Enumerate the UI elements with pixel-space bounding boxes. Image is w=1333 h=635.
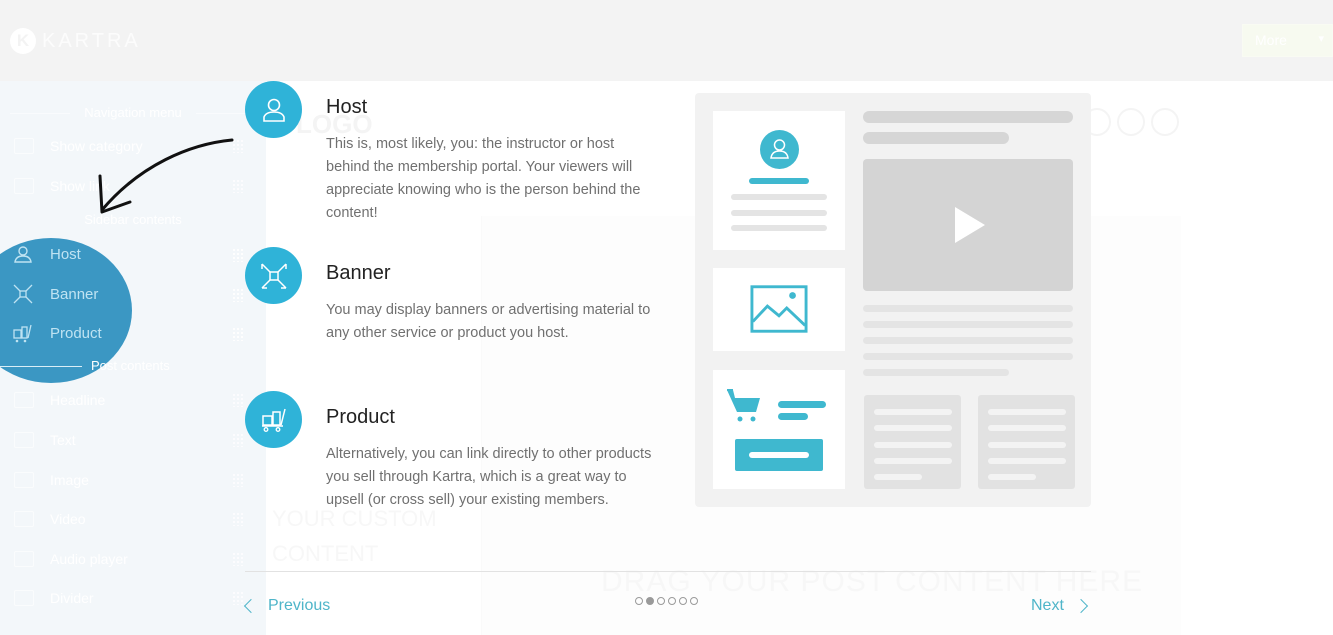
feature-product: Product Alternatively, you can link dire… [245, 391, 665, 541]
sidebar-item-divider[interactable]: Divider [14, 586, 244, 610]
next-label: Next [1031, 597, 1064, 614]
pagination-dots [635, 597, 698, 605]
text-icon [14, 432, 34, 448]
feature-description: This is, most likely, you: the instructo… [326, 136, 641, 221]
sidebar-item-headline[interactable]: Headline [14, 388, 244, 412]
spotlight-item-host[interactable]: Host [12, 243, 81, 265]
pagination-dot[interactable] [690, 597, 698, 605]
sidebar-item-audio-player[interactable]: Audio player [14, 547, 244, 571]
pagination-dot[interactable] [668, 597, 676, 605]
audio-icon [14, 551, 34, 567]
feature-title: Host [326, 96, 368, 118]
sidebar-item-label: Divider [50, 590, 94, 606]
spotlight-item-label: Product [50, 324, 102, 342]
sidebar-item-label: Audio player [50, 551, 128, 567]
divider-icon [14, 590, 34, 606]
heading-icon [14, 392, 34, 408]
list-icon [14, 138, 34, 154]
tour-panel: Host This is, most likely, you: the inst… [241, 81, 1101, 635]
logo-text: KARTRA [42, 29, 141, 52]
top-bar: K KARTRA More ▾ [0, 0, 1333, 81]
illustration-text-box [864, 395, 961, 489]
illustration-host-card [713, 111, 845, 250]
spotlight-item-banner[interactable]: Banner [12, 283, 98, 305]
social-icon[interactable] [1117, 108, 1145, 136]
illustration-product-card [713, 370, 845, 489]
banner-compress-icon [260, 262, 287, 289]
sidebar-heading-navigation: Navigation menu [0, 105, 266, 120]
logo-mark-icon: K [10, 28, 36, 54]
illustration-video [863, 159, 1073, 291]
banner-compress-icon [13, 284, 33, 304]
more-button[interactable]: More ▾ [1242, 24, 1333, 57]
user-icon [770, 139, 789, 159]
caret-down-icon: ▾ [1318, 33, 1324, 45]
sidebar-item-label: Headline [50, 392, 106, 408]
previous-button[interactable]: Previous [243, 597, 331, 615]
cart-icon [261, 408, 286, 432]
spotlight-item-label: Banner [50, 285, 99, 303]
user-icon [262, 98, 285, 122]
sidebar-heading-label: Navigation menu [84, 105, 182, 120]
more-button-label: More [1255, 32, 1287, 48]
illustration-banner-card [713, 268, 845, 351]
user-icon [14, 246, 32, 263]
sidebar-item-label: Image [50, 472, 89, 488]
pagination-dot[interactable] [657, 597, 665, 605]
kartra-logo[interactable]: K KARTRA [10, 28, 141, 54]
feature-description: Alternatively, you can link directly to … [326, 446, 652, 508]
feature-title: Banner [326, 262, 391, 284]
feature-icon-badge [245, 391, 302, 448]
feature-title: Product [326, 406, 395, 428]
feature-icon-badge [245, 81, 302, 138]
illustration-buy-button [735, 439, 823, 471]
pointer-arrow-icon [98, 138, 234, 214]
feature-description: You may display banners or advertising m… [326, 302, 651, 341]
chevron-right-icon [1073, 598, 1088, 614]
pagination-dot[interactable] [646, 597, 654, 605]
sidebar-item-label: Video [50, 511, 86, 527]
pagination-dot[interactable] [635, 597, 643, 605]
sidebar-heading-post-contents: Post contents [91, 358, 170, 373]
cart-icon [727, 389, 760, 422]
pagination-dot[interactable] [679, 597, 687, 605]
feature-host: Host This is, most likely, you: the inst… [245, 81, 665, 231]
play-icon [955, 207, 985, 243]
layout-illustration [695, 93, 1091, 507]
feature-icon-badge [245, 247, 302, 304]
panel-divider [245, 571, 1091, 572]
image-icon [14, 472, 34, 488]
illustration-text-box [978, 395, 1075, 489]
previous-label: Previous [268, 597, 331, 614]
section-divider [0, 366, 82, 367]
video-icon [14, 511, 34, 527]
cart-icon [13, 324, 32, 343]
chevron-left-icon [243, 598, 259, 614]
image-icon [750, 285, 808, 333]
social-icon[interactable] [1151, 108, 1179, 136]
sidebar-item-image[interactable]: Image [14, 468, 244, 492]
pencil-icon [14, 178, 34, 194]
spotlight-item-product[interactable]: Product [12, 322, 102, 344]
feature-banner: Banner You may display banners or advert… [245, 247, 665, 377]
sidebar-item-video[interactable]: Video [14, 507, 244, 531]
sidebar-item-label: Text [50, 432, 76, 448]
next-button[interactable]: Next [1031, 597, 1088, 615]
spotlight-item-label: Host [50, 245, 81, 263]
illustration-avatar [760, 130, 799, 169]
app-root: K KARTRA More ▾ Navigation menu Show cat… [0, 0, 1333, 635]
sidebar-item-text[interactable]: Text [14, 428, 244, 452]
